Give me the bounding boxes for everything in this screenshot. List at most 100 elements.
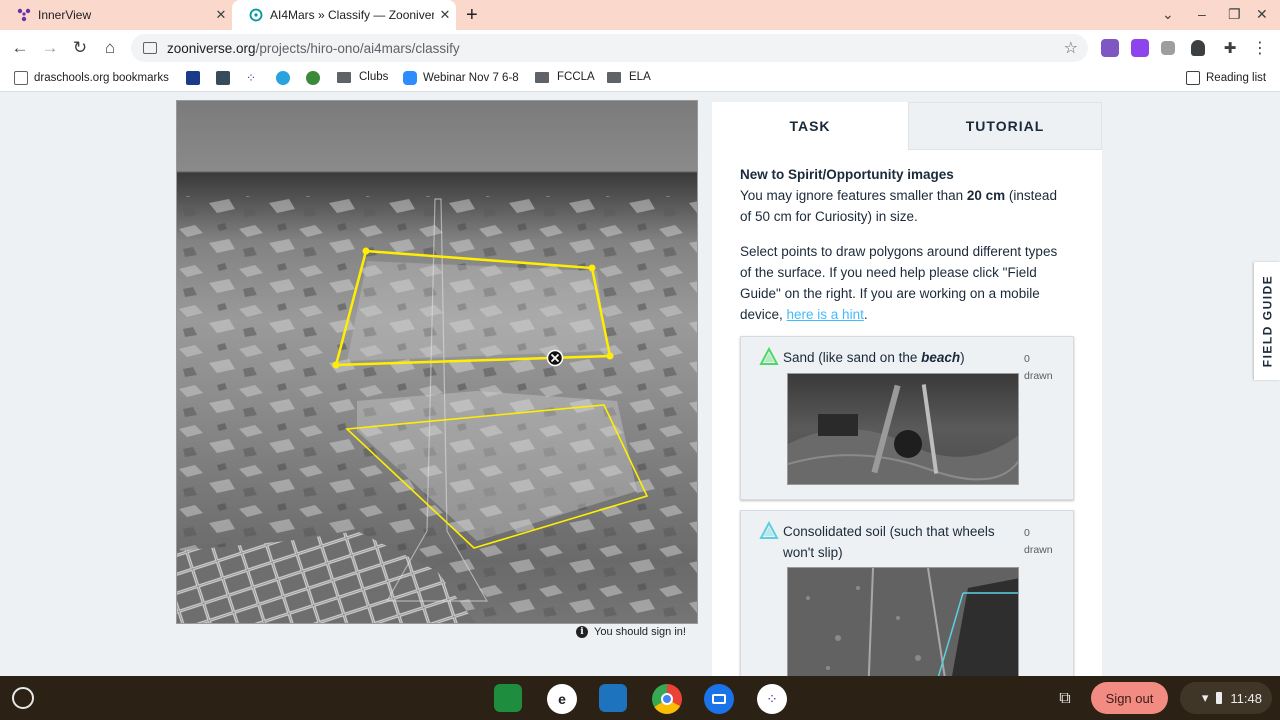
sign-in-notice[interactable]: i You should sign in! bbox=[576, 626, 686, 638]
google-classroom-icon[interactable] bbox=[494, 684, 522, 712]
bookmark-label: draschools.org bookmarks bbox=[34, 72, 169, 84]
delete-polygon-icon[interactable] bbox=[546, 349, 564, 367]
zoom-camera-icon bbox=[403, 71, 417, 85]
bookmark-label: FCCLA bbox=[557, 71, 595, 83]
innerview-app-icon[interactable]: ⁘ bbox=[757, 684, 787, 714]
status-tray[interactable]: ▾ 11:48 bbox=[1180, 682, 1272, 714]
browser-tab-innerview[interactable]: InnerView ✕ bbox=[0, 0, 232, 30]
new-tab-icon[interactable]: + bbox=[466, 4, 478, 27]
reading-list-icon bbox=[1186, 71, 1200, 85]
forward-arrow-icon[interactable]: → bbox=[38, 36, 62, 60]
triangle-tool-icon bbox=[759, 347, 779, 365]
globe-icon bbox=[306, 71, 320, 85]
bookmark-chart-icon-link[interactable] bbox=[186, 71, 206, 85]
graduation-cap-icon bbox=[216, 71, 230, 85]
bookmark-star-icon[interactable]: ☆ bbox=[1064, 38, 1078, 58]
tool-choice-consolidated-soil[interactable]: Consolidated soil (such that wheels won'… bbox=[740, 510, 1074, 676]
extensions-puzzle-icon[interactable]: ✚ bbox=[1218, 36, 1242, 60]
tab-search-icon[interactable]: ⌄ bbox=[1162, 6, 1174, 23]
instructions-line1-pre: You may ignore features smaller than bbox=[740, 188, 967, 203]
triangle-tool-icon bbox=[759, 521, 779, 539]
tool-choice-sand[interactable]: Sand (like sand on the beach) 0 drawn bbox=[740, 336, 1074, 500]
zooniverse-favicon-icon bbox=[248, 7, 264, 23]
bookmark-page-icon bbox=[14, 71, 28, 85]
soil-example-image bbox=[787, 567, 1019, 676]
restore-icon[interactable]: ❐ bbox=[1228, 6, 1241, 23]
url-host: zooniverse.org bbox=[167, 40, 256, 56]
bookmark-innerview-link[interactable]: ⁘ bbox=[246, 71, 266, 85]
bookmark-label: ELA bbox=[629, 71, 651, 83]
extension-profile-icon[interactable] bbox=[1191, 40, 1205, 56]
sign-out-button[interactable]: Sign out bbox=[1091, 682, 1168, 714]
bookmark-folder-ela[interactable]: ELA bbox=[607, 71, 651, 83]
tab-tutorial[interactable]: TUTORIAL bbox=[908, 102, 1102, 150]
site-info-icon[interactable] bbox=[143, 42, 157, 54]
task-instructions: New to Spirit/Opportunity images You may… bbox=[740, 164, 1070, 339]
tool-label: Consolidated soil (such that wheels won'… bbox=[783, 524, 995, 560]
chrome-icon[interactable] bbox=[652, 684, 682, 714]
field-guide-label: FIELD GUIDE bbox=[1260, 274, 1275, 368]
home-icon[interactable]: ⌂ bbox=[98, 36, 122, 60]
tab-close-icon[interactable]: ✕ bbox=[210, 7, 232, 23]
bookmark-circle-link[interactable] bbox=[276, 71, 296, 85]
extension-gray-icon[interactable] bbox=[1161, 41, 1175, 55]
clock: 11:48 bbox=[1230, 690, 1262, 706]
field-guide-button[interactable]: FIELD GUIDE bbox=[1254, 262, 1280, 380]
task-panel: TASK TUTORIAL New to Spirit/Opportunity … bbox=[712, 102, 1102, 676]
minimize-icon[interactable]: – bbox=[1198, 6, 1206, 22]
extension-puzzle-purple-icon[interactable] bbox=[1101, 39, 1119, 57]
address-bar[interactable]: zooniverse.org/projects/hiro-ono/ai4mars… bbox=[131, 34, 1088, 62]
extension-purple-icon[interactable] bbox=[1131, 39, 1149, 57]
bookmark-folder-fccla[interactable]: FCCLA bbox=[535, 71, 595, 83]
window-close-icon[interactable]: ✕ bbox=[1256, 6, 1268, 23]
hint-link[interactable]: here is a hint bbox=[787, 307, 864, 322]
polygon-vertex[interactable] bbox=[606, 352, 614, 360]
subject-canvas[interactable] bbox=[177, 101, 698, 624]
tab-title: InnerView bbox=[38, 8, 92, 22]
classkick-icon[interactable] bbox=[599, 684, 627, 712]
bookmarks-bar: draschools.org bookmarks ⁘ Clubs Webinar… bbox=[0, 66, 1280, 92]
browser-tab-ai4mars[interactable]: AI4Mars » Classify — Zooniverse ✕ bbox=[232, 0, 456, 30]
url-path: /projects/hiro-ono/ai4mars/classify bbox=[255, 40, 460, 56]
sand-example-image bbox=[787, 373, 1019, 485]
tool-label: Sand (like sand on the beach) bbox=[783, 350, 965, 365]
reading-list-label: Reading list bbox=[1206, 72, 1267, 84]
bookmark-classroom-link[interactable] bbox=[216, 71, 236, 85]
polygon-vertex[interactable] bbox=[362, 247, 370, 255]
bookmark-label: Clubs bbox=[359, 71, 389, 83]
bookmark-folder-clubs[interactable]: Clubs bbox=[337, 71, 388, 83]
menu-kebab-icon[interactable]: ⋮ bbox=[1248, 36, 1272, 60]
reading-list-button[interactable]: Reading list bbox=[1186, 71, 1266, 85]
tab-close-icon[interactable]: ✕ bbox=[434, 7, 456, 23]
browser-tab-strip: InnerView ✕ AI4Mars » Classify — Zoonive… bbox=[0, 0, 1280, 30]
bright-outcrop bbox=[347, 261, 607, 361]
battery-icon bbox=[1216, 692, 1223, 704]
back-arrow-icon[interactable]: ← bbox=[8, 36, 32, 60]
launcher-icon[interactable] bbox=[12, 687, 34, 709]
bookmark-label: Webinar Nov 7 6-8 bbox=[423, 72, 519, 84]
edpuzzle-icon[interactable]: e bbox=[547, 684, 577, 714]
folder-icon bbox=[337, 71, 351, 83]
reload-icon[interactable]: ↻ bbox=[68, 36, 92, 60]
bar-chart-icon bbox=[186, 71, 200, 85]
camera-icon[interactable] bbox=[704, 684, 734, 714]
tab-title: AI4Mars » Classify — Zooniverse bbox=[270, 8, 434, 22]
tool-drawn-count: 0 drawn bbox=[1024, 353, 1053, 382]
innerview-icon: ⁘ bbox=[246, 71, 257, 85]
bookmark-globe-link[interactable] bbox=[306, 71, 326, 85]
browser-toolbar: ← → ↻ ⌂ zooniverse.org/projects/hiro-ono… bbox=[0, 30, 1280, 66]
bookmark-draschools[interactable]: draschools.org bookmarks bbox=[14, 71, 169, 85]
wifi-icon: ▾ bbox=[1201, 690, 1209, 705]
tool-drawn-count: 0 drawn bbox=[1024, 527, 1053, 556]
mars-subject-image[interactable] bbox=[176, 100, 698, 624]
panel-tabs: TASK TUTORIAL bbox=[712, 102, 1102, 150]
tab-task[interactable]: TASK bbox=[712, 102, 908, 150]
innerview-favicon-icon bbox=[16, 7, 32, 23]
folder-icon bbox=[535, 71, 549, 83]
instructions-para2-end: . bbox=[863, 307, 868, 322]
tote-icon[interactable]: ⧉ bbox=[1050, 684, 1080, 714]
polygon-vertex[interactable] bbox=[588, 264, 596, 272]
polygon-vertex[interactable] bbox=[332, 361, 340, 369]
bookmark-webinar[interactable]: Webinar Nov 7 6-8 bbox=[403, 71, 519, 85]
info-icon: i bbox=[576, 626, 588, 638]
